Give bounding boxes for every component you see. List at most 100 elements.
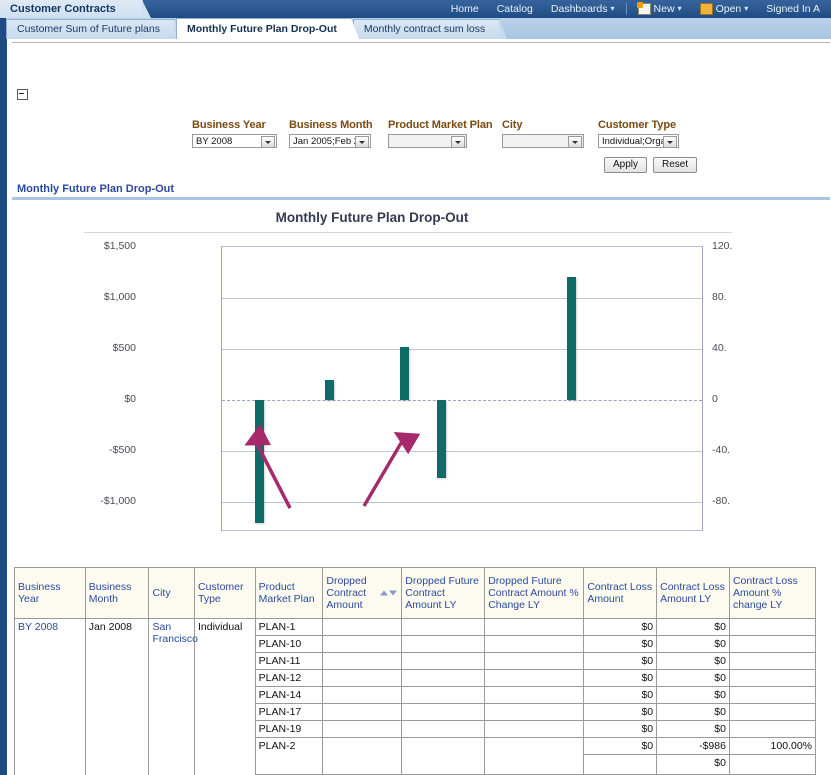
cell-dropped-future-contract-amount-ly [402, 738, 485, 775]
chart-panel: Monthly Future Plan Drop-Out $1,500 $1,0… [12, 204, 830, 559]
chart-bar[interactable] [437, 400, 446, 478]
cell-dropped-future-pct-change-ly [485, 738, 584, 775]
report-data-table: Business Year Business Month City Custom… [14, 567, 816, 775]
nav-dashboards[interactable]: Dashboards▾ [542, 0, 624, 18]
dashboard-page: Customer Contracts Home Catalog Dashboar… [0, 0, 831, 775]
report-title: Monthly Future Plan Drop-Out [17, 183, 174, 195]
folder-icon [700, 3, 713, 15]
chevron-down-icon[interactable] [261, 136, 275, 148]
filter-business-month: Business Month Jan 2005;Feb 20 [289, 119, 371, 148]
column-header-dropped-contract-amount[interactable]: Dropped Contract Amount [323, 568, 402, 619]
business-month-select[interactable]: Jan 2005;Feb 20 [289, 134, 371, 148]
nav-divider [626, 3, 627, 15]
nav-catalog[interactable]: Catalog [488, 0, 542, 18]
nav-new[interactable]: New▾ [629, 0, 691, 18]
cell-product-market-plan: PLAN-2 [255, 738, 323, 775]
cell-product-market-plan: PLAN-12 [255, 670, 323, 687]
sort-ascending-icon[interactable] [380, 591, 388, 596]
chart-bar[interactable] [400, 347, 409, 400]
y2-axis-tick-label: -40. [712, 444, 730, 456]
cell-contract-loss-amount: $0 [584, 687, 657, 704]
gridline [222, 349, 702, 350]
dashboard-tabstrip: Customer Sum of Future plans Monthly Fut… [0, 18, 831, 39]
column-header-contract-loss-amount-ly[interactable]: Contract Loss Amount LY [657, 568, 730, 619]
cell-dropped-future-pct-change-ly [485, 619, 584, 636]
y-axis-tick-label: $0 [124, 393, 136, 405]
cell-contract-loss-pct-change-ly: 100.00% [729, 738, 815, 775]
column-header-business-year[interactable]: Business Year [15, 568, 86, 619]
column-header-contract-loss-amount[interactable]: Contract Loss Amount [584, 568, 657, 619]
column-header-customer-type[interactable]: Customer Type [194, 568, 255, 619]
city-select[interactable] [502, 134, 584, 148]
reset-button[interactable]: Reset [653, 157, 697, 173]
filter-business-year: Business Year BY 2008 [192, 119, 277, 148]
column-header-contract-loss-amount-pct-change-ly[interactable]: Contract Loss Amount % change LY [729, 568, 815, 619]
product-market-plan-select[interactable] [388, 134, 467, 148]
filter-city-label: City [502, 119, 584, 131]
cell-contract-loss-amount-ly: $0 [657, 653, 730, 670]
cell-contract-loss-amount: $0 [584, 653, 657, 670]
tab-monthly-contract-sum-loss[interactable]: Monthly contract sum loss [353, 19, 500, 39]
filter-business-year-label: Business Year [192, 119, 277, 131]
cell-city[interactable]: San Francisco [149, 619, 195, 775]
chevron-down-icon[interactable] [451, 136, 465, 148]
chevron-down-icon[interactable] [568, 136, 582, 148]
cell-dropped-contract-amount [323, 670, 402, 687]
cell-dropped-contract-amount [323, 721, 402, 738]
column-header-dropped-contract-amount-label: Dropped Contract Amount [326, 575, 366, 611]
y-axis-tick-label: $500 [113, 342, 136, 354]
chart-bar[interactable] [255, 400, 264, 523]
column-header-product-market-plan[interactable]: Product Market Plan [255, 568, 323, 619]
cell-dropped-future-pct-change-ly [485, 721, 584, 738]
cell-business-year[interactable]: BY 2008 [15, 619, 86, 775]
business-year-select[interactable]: BY 2008 [192, 134, 277, 148]
chevron-down-icon[interactable] [355, 136, 369, 148]
filter-actions: Apply Reset [604, 157, 697, 173]
tab-customer-sum-of-future-plans[interactable]: Customer Sum of Future plans [6, 19, 175, 39]
chart-bar[interactable] [567, 277, 576, 400]
column-header-business-month[interactable]: Business Month [85, 568, 149, 619]
y-axis-tick-label: $1,500 [104, 240, 136, 252]
customer-type-value: Individual;Orga [599, 136, 665, 147]
cell-contract-loss-amount-ly: $0 [657, 619, 730, 636]
nav-signed-in[interactable]: Signed In A [757, 0, 829, 18]
apply-button[interactable]: Apply [604, 157, 647, 173]
cell-product-market-plan: PLAN-19 [255, 721, 323, 738]
customer-type-select[interactable]: Individual;Orga [598, 134, 679, 148]
app-brand-tab[interactable]: Customer Contracts [0, 0, 143, 18]
chevron-down-icon[interactable] [663, 136, 677, 148]
table-body: BY 2008 Jan 2008 San Francisco Individua… [15, 619, 816, 775]
y-axis-tick-label: -$500 [109, 444, 136, 456]
cell-contract-loss-pct-change-ly [729, 687, 815, 704]
filter-product-market-plan-label: Product Market Plan [388, 119, 467, 131]
column-header-city[interactable]: City [149, 568, 195, 619]
y2-axis-tick-label: 40. [712, 342, 727, 354]
sort-controls[interactable] [380, 591, 397, 596]
global-header: Customer Contracts Home Catalog Dashboar… [0, 0, 831, 18]
cell-contract-loss-amount-ly-sub: -$986 [657, 738, 729, 755]
chart-bar[interactable] [325, 380, 334, 400]
chevron-down-icon: ▾ [744, 0, 748, 18]
nav-new-label: New [654, 0, 675, 18]
nav-open[interactable]: Open▾ [691, 0, 758, 18]
column-header-dropped-future-contract-amount-pct-change-ly[interactable]: Dropped Future Contract Amount % Change … [485, 568, 584, 619]
cell-business-month: Jan 2008 [85, 619, 149, 775]
axis-right-extension [702, 509, 703, 531]
cell-product-market-plan: PLAN-11 [255, 653, 323, 670]
dashboard-content: Business Year BY 2008 Business Month Jan… [0, 39, 831, 775]
collapse-section-toggle[interactable] [17, 89, 28, 100]
cell-contract-loss-amount-ly: $0 [657, 721, 730, 738]
cell-contract-loss-amount-ly-sub: $0 [657, 755, 729, 771]
cell-contract-loss-amount: $0 [584, 619, 657, 636]
cell-dropped-future-contract-amount-ly [402, 721, 485, 738]
nav-home[interactable]: Home [442, 0, 488, 18]
sort-descending-icon[interactable] [389, 591, 397, 596]
tab-monthly-future-plan-drop-out[interactable]: Monthly Future Plan Drop-Out [176, 18, 352, 39]
cell-dropped-contract-amount [323, 704, 402, 721]
cell-contract-loss-amount-ly: $0 [657, 670, 730, 687]
chevron-down-icon: ▾ [678, 0, 682, 18]
cell-contract-loss-amount-ly: $0 [657, 687, 730, 704]
column-header-dropped-future-contract-amount-ly[interactable]: Dropped Future Contract Amount LY [402, 568, 485, 619]
content-top-divider [12, 42, 830, 43]
chart-plot-area [221, 246, 703, 509]
